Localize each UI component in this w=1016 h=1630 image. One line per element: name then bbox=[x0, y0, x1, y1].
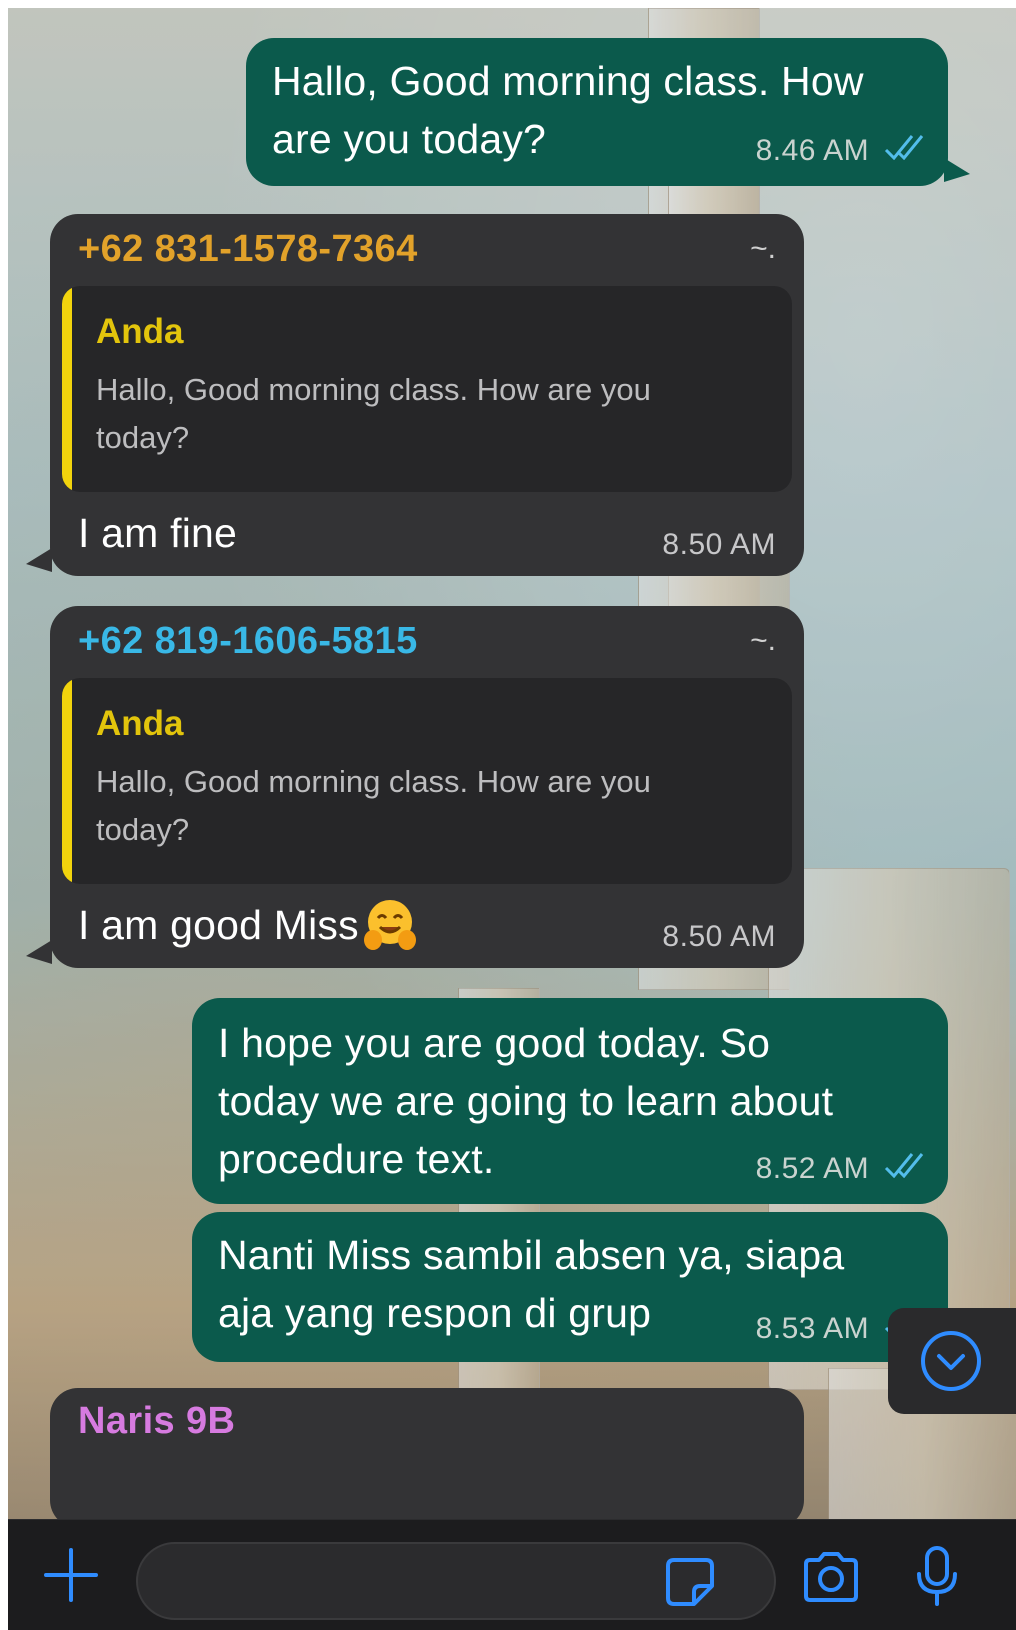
quoted-message[interactable]: Anda Hallo, Good morning class. How are … bbox=[62, 286, 792, 492]
read-receipt-icon bbox=[884, 134, 926, 168]
quote-bar bbox=[62, 286, 72, 492]
message-text-line: I hope you are good today. So bbox=[218, 1020, 771, 1066]
quote-text-line: today? bbox=[96, 812, 190, 847]
message-timestamp: 8.46 AM bbox=[756, 134, 926, 168]
message-timestamp: 8.50 AM bbox=[662, 528, 776, 561]
incoming-message[interactable]: Naris 9B bbox=[50, 1388, 804, 1528]
quote-bar bbox=[62, 678, 72, 884]
outgoing-message[interactable]: I hope you are good today. So today we a… bbox=[192, 998, 948, 1204]
outgoing-message[interactable]: Hallo, Good morning class. How are you t… bbox=[246, 38, 948, 186]
message-text-line: procedure text. bbox=[218, 1136, 495, 1182]
quote-author: Anda bbox=[96, 704, 184, 743]
more-icon[interactable]: ~. bbox=[750, 232, 776, 266]
outgoing-message[interactable]: Nanti Miss sambil absen ya, siapa aja ya… bbox=[192, 1212, 948, 1362]
sticker-icon[interactable] bbox=[664, 1556, 716, 1613]
message-text-line: aja yang respon di grup bbox=[218, 1290, 652, 1336]
incoming-message[interactable]: +62 831-1578-7364 ~. Anda Hallo, Good mo… bbox=[50, 214, 804, 576]
message-text-line: today we are going to learn about bbox=[218, 1078, 834, 1124]
microphone-icon[interactable] bbox=[912, 1544, 962, 1615]
quote-text: Hallo, Good morning class. How are you t… bbox=[96, 758, 752, 854]
quote-text: Hallo, Good morning class. How are you t… bbox=[96, 366, 752, 462]
timestamp-text: 8.53 AM bbox=[755, 1312, 870, 1345]
message-text: I am good Miss bbox=[78, 902, 359, 948]
incoming-message[interactable]: +62 819-1606-5815 ~. Anda Hallo, Good mo… bbox=[50, 606, 804, 968]
sender-name[interactable]: +62 831-1578-7364 bbox=[78, 228, 418, 271]
scroll-to-bottom-button[interactable] bbox=[888, 1308, 1016, 1414]
camera-icon[interactable] bbox=[800, 1550, 862, 1609]
message-text-wrap: I am good Miss bbox=[78, 896, 419, 954]
chevron-down-circle-icon bbox=[920, 1330, 982, 1397]
timestamp-text: 8.52 AM bbox=[755, 1152, 870, 1185]
message-composer bbox=[8, 1519, 1016, 1630]
sender-name[interactable]: Naris 9B bbox=[78, 1400, 235, 1443]
more-icon[interactable]: ~. bbox=[750, 624, 776, 658]
message-text-line: Hallo, Good morning class. How bbox=[272, 58, 864, 104]
message-timestamp: 8.52 AM bbox=[756, 1152, 926, 1186]
plus-icon[interactable] bbox=[42, 1546, 100, 1609]
quote-author: Anda bbox=[96, 312, 184, 351]
quote-text-line: Hallo, Good morning class. How are you bbox=[96, 372, 651, 407]
hugging-face-emoji-icon bbox=[361, 896, 419, 954]
message-text-line: Nanti Miss sambil absen ya, siapa bbox=[218, 1232, 845, 1278]
read-receipt-icon bbox=[884, 1152, 926, 1186]
sender-name[interactable]: +62 819-1606-5815 bbox=[78, 620, 418, 663]
chat-screen: Hallo, Good morning class. How are you t… bbox=[8, 8, 1016, 1630]
message-text: I am fine bbox=[78, 510, 238, 556]
bubble-tail bbox=[944, 158, 970, 182]
quote-text-line: today? bbox=[96, 420, 190, 455]
message-timestamp: 8.50 AM bbox=[662, 920, 776, 953]
bubble-tail bbox=[26, 940, 52, 964]
timestamp-text: 8.46 AM bbox=[755, 134, 870, 167]
quote-text-line: Hallo, Good morning class. How are you bbox=[96, 764, 651, 799]
quoted-message[interactable]: Anda Hallo, Good morning class. How are … bbox=[62, 678, 792, 884]
bubble-tail bbox=[26, 548, 52, 572]
